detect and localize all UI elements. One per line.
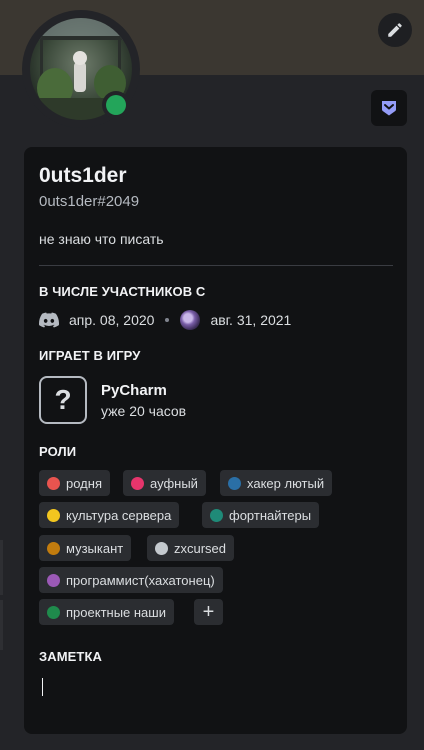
role-pill[interactable]: программист(хахатонец) xyxy=(39,567,223,593)
shield-chevron-icon xyxy=(382,101,396,116)
role-color-dot xyxy=(47,476,60,490)
role-color-dot xyxy=(131,476,144,490)
member-since-row: апр. 08, 2020 авг. 31, 2021 xyxy=(39,309,291,331)
note-input[interactable] xyxy=(39,675,393,701)
role-name: родня xyxy=(66,475,102,491)
role-name: музыкант xyxy=(66,540,124,556)
role-pill[interactable]: культура сервера xyxy=(39,502,180,528)
add-role-button[interactable]: + xyxy=(194,599,223,625)
profile-card: 0uts1der 0uts1der#2049 не знаю что писат… xyxy=(24,147,407,734)
role-name: фортнайтеры xyxy=(229,507,312,523)
game-elapsed-time: уже 20 часов xyxy=(101,403,187,419)
edit-profile-button[interactable] xyxy=(378,13,412,47)
role-color-dot xyxy=(228,476,241,490)
discord-join-date: апр. 08, 2020 xyxy=(69,312,155,328)
server-join-date: авг. 31, 2021 xyxy=(210,312,292,328)
note-title: ЗАМЕТКА xyxy=(39,649,102,664)
role-pill[interactable]: ауфный xyxy=(123,470,206,496)
role-color-dot xyxy=(155,541,168,555)
online-status-indicator xyxy=(106,95,126,115)
role-color-dot xyxy=(47,605,60,619)
separator-dot xyxy=(165,318,170,322)
display-name: 0uts1der xyxy=(39,164,127,187)
role-pill[interactable]: проектные наши xyxy=(39,599,174,625)
role-color-dot xyxy=(47,508,60,522)
activity-title: ИГРАЕТ В ИГРУ xyxy=(39,348,141,363)
role-color-dot xyxy=(47,541,60,555)
role-name: zxcursed xyxy=(174,540,227,556)
role-name: проектные наши xyxy=(66,604,166,620)
roles-title: РОЛИ xyxy=(39,444,77,459)
discord-logo-icon xyxy=(39,312,59,328)
role-pill[interactable]: родня xyxy=(39,470,110,496)
role-name: программист(хахатонец) xyxy=(66,572,215,588)
role-pill[interactable]: музыкант xyxy=(39,535,132,561)
text-caret xyxy=(42,678,43,696)
game-name: PyCharm xyxy=(101,382,167,399)
nitro-badge[interactable] xyxy=(371,90,407,126)
member-since-title: В ЧИСЛЕ УЧАСТНИКОВ С xyxy=(39,284,206,299)
about-me: не знаю что писать xyxy=(39,231,164,247)
role-pill[interactable]: хакер лютый xyxy=(220,470,333,496)
server-icon xyxy=(180,310,201,330)
role-pill[interactable]: фортнайтеры xyxy=(202,502,320,528)
username-tag[interactable]: 0uts1der#2049 xyxy=(39,193,139,210)
role-color-dot xyxy=(47,573,60,587)
role-color-dot xyxy=(210,508,223,522)
background-edge xyxy=(0,600,3,650)
divider xyxy=(39,265,393,266)
question-mark-icon: ? xyxy=(39,376,87,424)
role-name: ауфный xyxy=(150,475,198,491)
pencil-icon xyxy=(388,23,402,37)
role-pill[interactable]: zxcursed xyxy=(147,535,235,561)
background-edge xyxy=(0,540,3,595)
role-name: хакер лютый xyxy=(247,475,325,491)
role-name: культура сервера xyxy=(66,507,172,523)
